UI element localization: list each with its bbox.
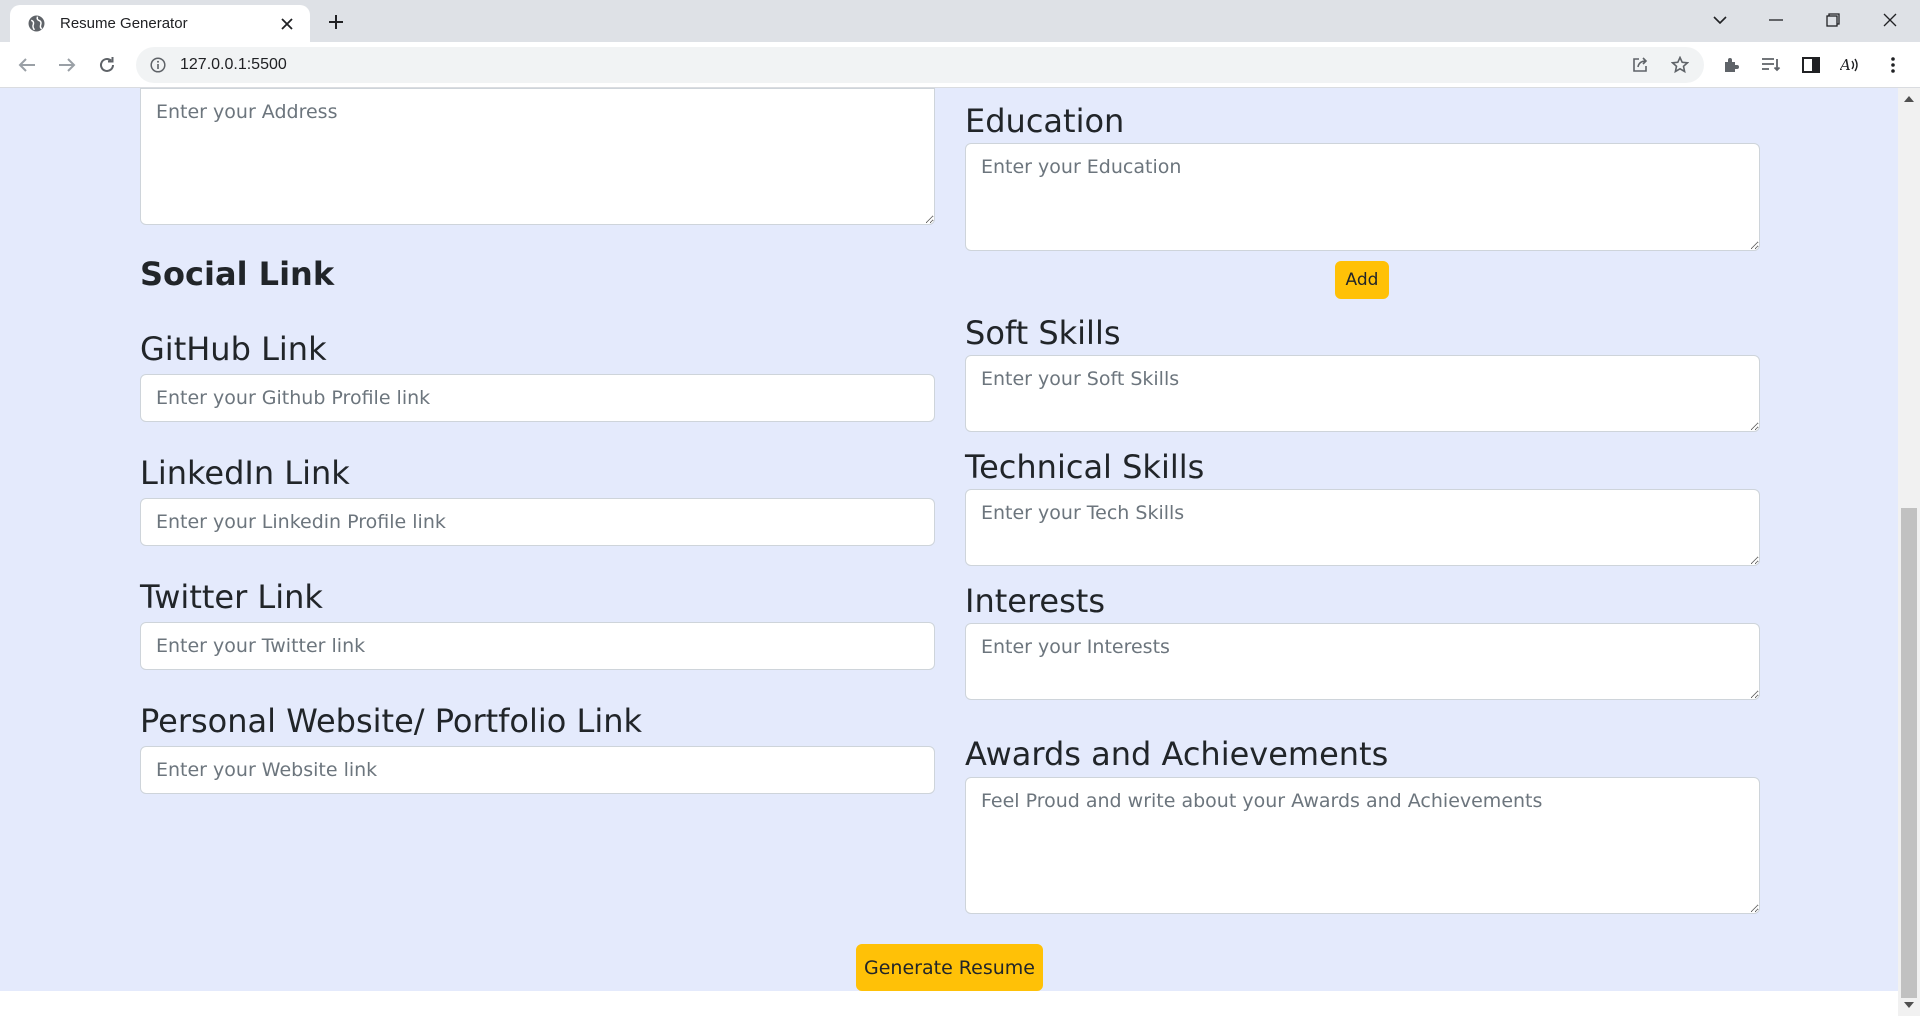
- share-icon[interactable]: [1626, 51, 1654, 79]
- minimize-icon[interactable]: [1748, 0, 1804, 40]
- address-textarea[interactable]: [140, 88, 935, 225]
- scroll-down-arrow-icon[interactable]: [1898, 996, 1920, 1014]
- awards-textarea[interactable]: [965, 777, 1760, 914]
- linkedin-input[interactable]: [140, 498, 935, 546]
- interests-label: Interests: [965, 582, 1105, 620]
- forward-icon[interactable]: [52, 50, 82, 80]
- bookmark-star-icon[interactable]: [1666, 51, 1694, 79]
- linkedin-label: LinkedIn Link: [140, 454, 350, 492]
- globe-icon: [26, 14, 46, 34]
- technical-skills-label: Technical Skills: [965, 448, 1205, 486]
- reading-list-icon[interactable]: [1756, 50, 1786, 80]
- technical-skills-textarea[interactable]: [965, 489, 1760, 566]
- education-label: Education: [965, 102, 1125, 140]
- website-label: Personal Website/ Portfolio Link: [140, 702, 643, 740]
- restore-icon[interactable]: [1805, 0, 1861, 40]
- twitter-label: Twitter Link: [140, 578, 323, 616]
- svg-text:A: A: [1840, 56, 1851, 74]
- new-tab-icon[interactable]: [322, 8, 350, 36]
- github-input[interactable]: [140, 374, 935, 422]
- tab-title: Resume Generator: [60, 15, 188, 32]
- interests-textarea[interactable]: [965, 623, 1760, 700]
- extensions-icon[interactable]: [1716, 50, 1746, 80]
- read-aloud-icon[interactable]: A: [1836, 50, 1866, 80]
- tab-search-icon[interactable]: [1692, 0, 1748, 40]
- menu-kebab-icon[interactable]: [1878, 50, 1908, 80]
- soft-skills-textarea[interactable]: [965, 355, 1760, 432]
- github-label: GitHub Link: [140, 330, 327, 368]
- browser-tab[interactable]: Resume Generator: [10, 5, 310, 42]
- scrollbar-thumb[interactable]: [1901, 508, 1917, 998]
- education-textarea[interactable]: [965, 143, 1760, 251]
- scroll-up-arrow-icon[interactable]: [1898, 90, 1920, 108]
- website-input[interactable]: [140, 746, 935, 794]
- soft-skills-label: Soft Skills: [965, 314, 1121, 352]
- side-panel-icon[interactable]: [1796, 50, 1826, 80]
- close-window-icon[interactable]: [1862, 0, 1918, 40]
- site-info-icon[interactable]: [150, 57, 166, 73]
- generate-resume-button[interactable]: Generate Resume: [856, 944, 1043, 991]
- close-tab-icon[interactable]: [276, 13, 298, 35]
- awards-label: Awards and Achievements: [965, 735, 1389, 773]
- resume-form: Social Link GitHub Link LinkedIn Link Tw…: [0, 88, 1898, 991]
- reload-icon[interactable]: [92, 50, 122, 80]
- add-education-button[interactable]: Add: [1335, 261, 1389, 299]
- page-viewport: Social Link GitHub Link LinkedIn Link Tw…: [0, 88, 1898, 1016]
- url-text: 127.0.0.1:5500: [180, 56, 287, 73]
- twitter-input[interactable]: [140, 622, 935, 670]
- browser-toolbar: 127.0.0.1:5500 A: [0, 42, 1920, 88]
- address-bar[interactable]: 127.0.0.1:5500: [136, 47, 1704, 83]
- back-icon[interactable]: [12, 50, 42, 80]
- social-link-heading: Social Link: [140, 255, 335, 293]
- page-scrollbar[interactable]: [1898, 88, 1920, 1016]
- tab-strip: Resume Generator: [0, 0, 1920, 42]
